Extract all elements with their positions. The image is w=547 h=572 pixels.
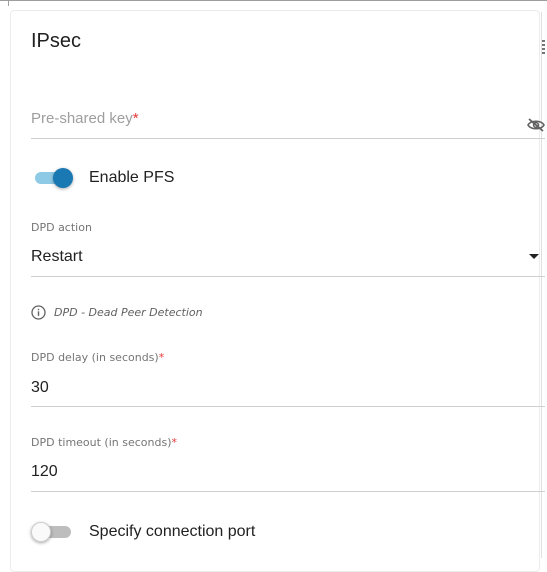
dpd-delay-input[interactable]: 30 [31, 379, 49, 397]
window-top-border [0, 0, 547, 1]
section-title: IPsec [31, 30, 82, 52]
port-label: Specify connection port [89, 523, 256, 540]
pfs-label: Enable PFS [89, 169, 175, 186]
required-mark: * [171, 436, 178, 449]
dpd-hint-text: DPD - Dead Peer Detection [54, 306, 203, 319]
info-icon [31, 305, 46, 320]
port-toggle[interactable] [31, 522, 75, 542]
port-toggle-thumb [31, 522, 51, 542]
dpd-hint: DPD - Dead Peer Detection [31, 305, 203, 320]
port-toggle-row[interactable]: Specify connection port [31, 522, 255, 542]
psk-placeholder: Pre-shared key* [31, 110, 139, 127]
dpd-delay-label: DPD delay (in seconds)* [31, 351, 165, 364]
eye-off-icon[interactable] [527, 118, 545, 132]
dpd-action-select[interactable]: Restart [31, 248, 83, 266]
pfs-toggle[interactable] [31, 168, 75, 188]
required-mark: * [132, 110, 139, 127]
window-top-tick [8, 0, 9, 6]
pfs-toggle-thumb [53, 168, 73, 188]
pfs-toggle-row[interactable]: Enable PFS [31, 168, 174, 188]
dpd-timeout-label: DPD timeout (in seconds)* [31, 436, 178, 449]
dpd-timeout-input[interactable]: 120 [31, 463, 58, 481]
dpd-timeout-underline [31, 491, 545, 492]
page-right-edge [541, 12, 547, 558]
scrollbar-marks[interactable] [542, 40, 547, 56]
psk-field[interactable]: Pre-shared key* [31, 105, 545, 139]
dpd-action-label: DPD action [31, 221, 92, 234]
caret-down-icon[interactable] [529, 254, 539, 259]
dpd-delay-underline [31, 406, 545, 407]
required-mark: * [158, 351, 165, 364]
ipsec-card [10, 10, 540, 572]
dpd-action-underline [31, 276, 545, 277]
